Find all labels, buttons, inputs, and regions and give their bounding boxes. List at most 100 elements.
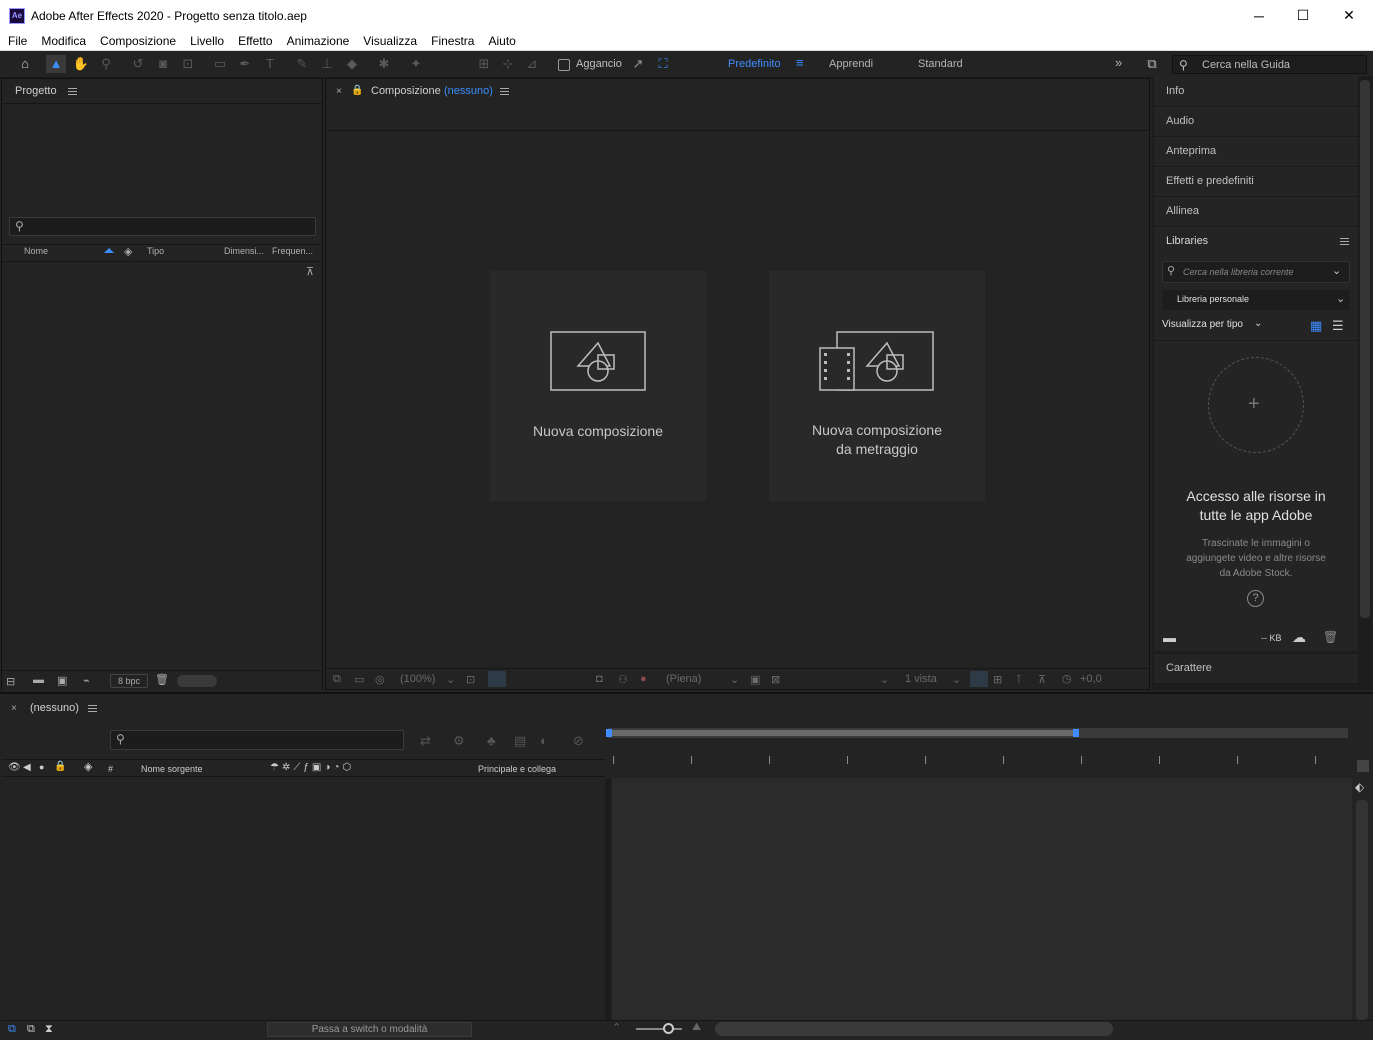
views-dropdown[interactable]: 1 vista: [905, 673, 937, 685]
hand-tool-icon[interactable]: ✋: [71, 55, 91, 73]
timeline-icon[interactable]: ⊺: [1016, 673, 1022, 686]
folder-icon[interactable]: ▬: [1163, 630, 1176, 645]
motion-blur-icon[interactable]: ◐: [540, 733, 548, 748]
comp-marker-bin-icon[interactable]: ⬖: [1355, 780, 1364, 794]
frame-blending-icon[interactable]: ▤: [514, 733, 526, 749]
shy-layers-icon[interactable]: ♣: [487, 733, 496, 748]
draft-3d-icon[interactable]: ⚙: [453, 733, 465, 749]
col-source-name[interactable]: Nome sorgente: [141, 764, 203, 774]
transparency-grid-icon[interactable]: [488, 671, 506, 687]
menu-livello[interactable]: Livello: [183, 34, 231, 48]
fast-previews-icon[interactable]: ⊞: [993, 673, 1002, 686]
list-view-icon[interactable]: ☰: [1332, 318, 1344, 334]
panel-effetti[interactable]: Effetti e predefiniti: [1154, 167, 1358, 197]
col-number[interactable]: #: [108, 764, 113, 774]
panel-audio[interactable]: Audio: [1154, 107, 1358, 137]
monitor-icon[interactable]: ▭: [354, 673, 364, 686]
bpc-button[interactable]: 8 bpc: [110, 674, 148, 688]
audio-icon[interactable]: ◀: [23, 762, 31, 773]
solo-icon[interactable]: ●: [39, 762, 44, 772]
toggle-switches-modes-button[interactable]: Passa a switch o modalità: [267, 1022, 472, 1037]
timeline-title[interactable]: (nessuno): [30, 702, 79, 714]
rotate-tool-icon[interactable]: ↺: [128, 55, 148, 73]
transfer-controls-icon[interactable]: ⧉: [27, 1023, 35, 1036]
project-scrollbar[interactable]: [177, 675, 217, 687]
panel-allinea[interactable]: Allinea: [1154, 197, 1358, 227]
col-frequenza[interactable]: Frequen...: [272, 246, 313, 256]
home-icon[interactable]: ⌂: [15, 55, 35, 73]
work-area-range[interactable]: [610, 730, 1076, 736]
workspace-overflow-icon[interactable]: »: [1115, 55, 1122, 70]
zoom-in-icon[interactable]: ⛰: [692, 1021, 701, 1034]
project-menu-icon[interactable]: [68, 88, 77, 95]
zoom-dropdown[interactable]: (100%): [400, 673, 435, 685]
cloud-icon[interactable]: ☁: [1292, 629, 1306, 646]
chevron-down-icon[interactable]: ⌄: [880, 673, 889, 686]
reset-exposure-icon[interactable]: ◷: [1062, 672, 1072, 685]
panel-carattere[interactable]: Carattere: [1154, 654, 1358, 684]
new-folder-icon[interactable]: ▬: [33, 674, 44, 686]
maximize-button[interactable]: ☐: [1280, 0, 1326, 31]
in-out-controls-icon[interactable]: ⧗: [45, 1023, 53, 1036]
work-area-start-handle[interactable]: [606, 729, 612, 737]
switches-icons[interactable]: ☂✲⟋ƒ▣◑◔⬡: [270, 762, 354, 773]
layer-switches-toggle-icon[interactable]: ⧉: [8, 1023, 16, 1036]
ruler-scroll-handle[interactable]: [1357, 760, 1369, 772]
label-tag-icon[interactable]: ◈: [84, 760, 92, 773]
toggle-transparency-icon[interactable]: ⊠: [771, 673, 780, 686]
lock-icon[interactable]: 🔒: [54, 761, 66, 772]
chevron-down-icon[interactable]: ⌄: [1254, 318, 1262, 329]
snap-options-icon[interactable]: ↗: [628, 55, 648, 73]
workspace-predefinito[interactable]: Predefinito: [728, 58, 781, 70]
fit-icon[interactable]: ⊡: [466, 673, 475, 686]
comp-mini-flowchart-icon[interactable]: ⇄: [420, 733, 431, 749]
selection-tool-icon[interactable]: ▲: [46, 55, 66, 73]
menu-modifica[interactable]: Modifica: [34, 34, 93, 48]
col-parent-link[interactable]: Principale e collega: [478, 764, 556, 774]
snap-feature-icon[interactable]: ⛶: [653, 55, 673, 73]
work-area-end-handle[interactable]: [1073, 729, 1079, 737]
always-preview-icon[interactable]: ⧉: [333, 673, 341, 686]
brush-tool-icon[interactable]: ✎: [292, 55, 312, 73]
menu-composizione[interactable]: Composizione: [93, 34, 183, 48]
chevron-down-icon[interactable]: ⌄: [730, 673, 739, 686]
lock-icon[interactable]: 🔒: [351, 85, 363, 96]
menu-animazione[interactable]: Animazione: [280, 34, 357, 48]
help-search-input[interactable]: ⚲ Cerca nella Guida: [1172, 55, 1367, 74]
vr-icon[interactable]: ◎: [375, 673, 385, 686]
close-tab-icon[interactable]: ×: [336, 86, 342, 97]
type-tool-icon[interactable]: T: [260, 55, 280, 73]
graph-editor-icon[interactable]: ⊘: [573, 733, 584, 749]
axis-world-icon[interactable]: ⊹: [498, 55, 518, 73]
close-tab-icon[interactable]: ×: [11, 703, 17, 714]
axis-view-icon[interactable]: ⊿: [522, 55, 542, 73]
toggle-pixel-icon[interactable]: [970, 671, 988, 687]
sync-settings-icon[interactable]: ⧉: [1142, 55, 1162, 73]
close-button[interactable]: ✕: [1326, 0, 1372, 31]
snap-checkbox[interactable]: [558, 59, 570, 71]
flowchart-icon[interactable]: ⊼: [1038, 673, 1046, 686]
camera-snapshot-icon[interactable]: ◘: [596, 673, 603, 685]
show-snapshot-icon[interactable]: ⚇: [618, 673, 628, 686]
comp-name[interactable]: (nessuno): [444, 85, 493, 97]
exposure-value[interactable]: +0,0: [1080, 673, 1102, 685]
comp-menu-icon[interactable]: [500, 88, 509, 95]
pan-behind-tool-icon[interactable]: ⊡: [178, 55, 198, 73]
eye-icon[interactable]: 👁: [8, 762, 21, 773]
minimize-button[interactable]: ─: [1236, 0, 1282, 31]
help-icon[interactable]: ?: [1247, 590, 1264, 607]
axis-local-icon[interactable]: ⊞: [474, 55, 494, 73]
label-tag-icon[interactable]: ◈: [124, 245, 132, 258]
chevron-down-icon[interactable]: ⌄: [952, 673, 961, 686]
workspace-menu-icon[interactable]: ≡: [796, 55, 804, 70]
project-panel-title[interactable]: Progetto: [15, 85, 57, 97]
libraries-title[interactable]: Libraries: [1166, 235, 1208, 247]
col-dimensione[interactable]: Dimensi...: [224, 246, 264, 256]
zoom-slider-handle[interactable]: [663, 1023, 674, 1034]
rectangle-tool-icon[interactable]: ▭: [210, 55, 230, 73]
trash-icon[interactable]: 🗑: [1323, 630, 1338, 644]
col-tipo[interactable]: Tipo: [147, 246, 164, 256]
menu-aiuto[interactable]: Aiuto: [481, 34, 522, 48]
pen-tool-icon[interactable]: ✒: [235, 55, 255, 73]
project-search-input[interactable]: ⚲: [9, 217, 316, 236]
